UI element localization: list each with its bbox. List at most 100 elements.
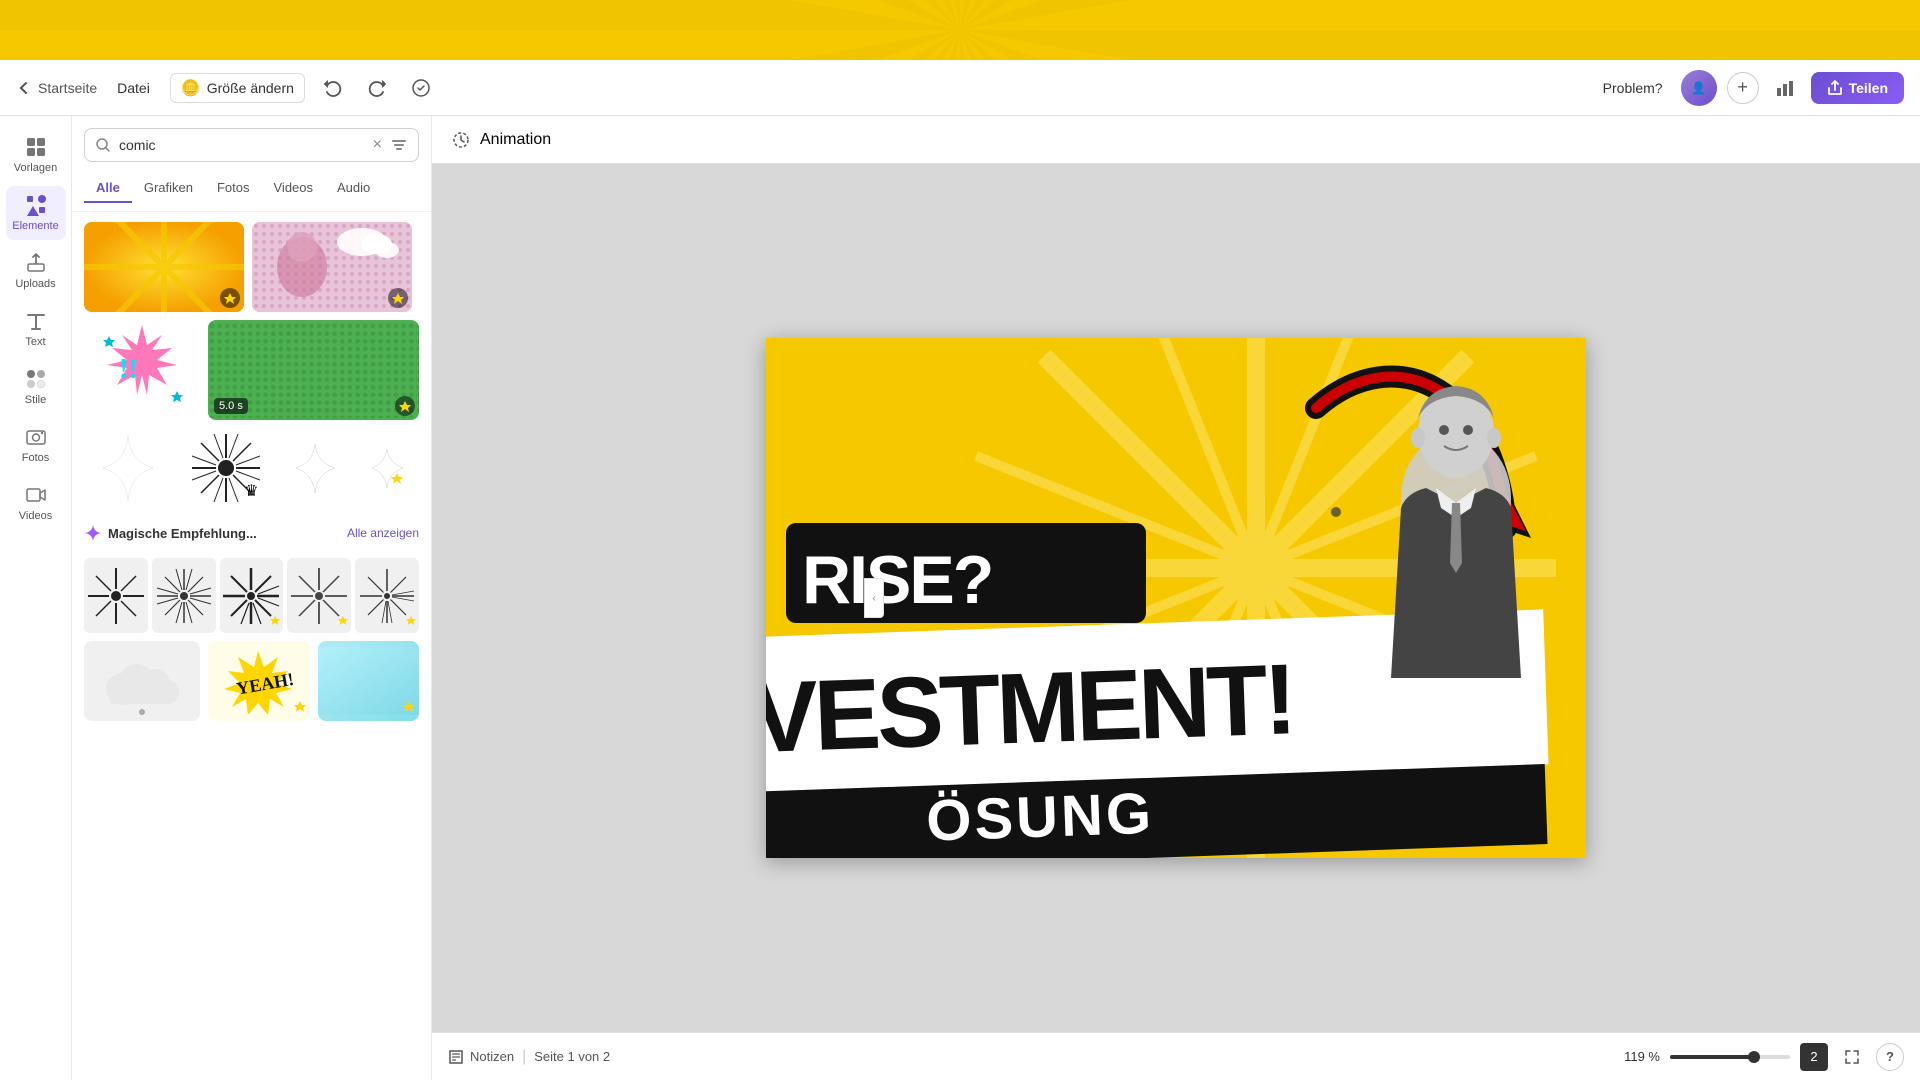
canvas-svg-content: RISE? VESTMENT! ÖSUNG (766, 338, 1586, 858)
page-number-box[interactable]: 2 (1800, 1043, 1828, 1071)
tab-audio[interactable]: Audio (325, 174, 382, 203)
burst-thumb-2[interactable] (152, 558, 216, 633)
premium-badge-2 (388, 288, 408, 308)
crown-icon-4 (391, 472, 403, 484)
search-panel: × Alle Grafiken Fotos Videos Audio (72, 116, 432, 1080)
share-button[interactable]: Teilen (1811, 72, 1904, 104)
svg-text:!!: !! (119, 354, 138, 385)
star-item-burst[interactable]: ♛ (190, 432, 262, 504)
undo-button[interactable] (317, 72, 349, 104)
animation-icon (452, 131, 470, 149)
results-row-1 (84, 222, 419, 312)
fotos-icon (25, 426, 47, 448)
grosse-button[interactable]: 🪙 Größe ändern (170, 73, 305, 103)
home-label: Startseite (38, 80, 97, 96)
star-item-1[interactable] (98, 431, 158, 506)
status-bar-right: 119 % 2 ? (1624, 1043, 1904, 1071)
magic-show-all[interactable]: Alle anzeigen (347, 526, 419, 540)
notes-button[interactable]: Notizen (448, 1049, 514, 1065)
crown-icon-b4 (338, 615, 348, 625)
star-item-3[interactable] (370, 446, 405, 491)
crown-icon-blue (403, 700, 415, 712)
sidebar-item-elemente[interactable]: Elemente (6, 186, 66, 240)
uploads-icon (25, 252, 47, 274)
save-button[interactable] (405, 72, 437, 104)
zoom-slider-thumb[interactable] (1748, 1051, 1760, 1063)
yeah-premium-badge (294, 699, 306, 717)
svg-text:RISE?: RISE? (802, 542, 992, 618)
4star-large-svg (98, 431, 158, 506)
toolbar: Startseite Datei 🪙 Größe ändern Proble (0, 60, 1920, 116)
stile-icon (25, 368, 47, 390)
sidebar-item-vorlagen[interactable]: Vorlagen (6, 128, 66, 182)
burst-thumb-5[interactable] (355, 558, 419, 633)
4star-medium-svg (293, 441, 338, 496)
stats-button[interactable] (1769, 72, 1801, 104)
notes-label: Notizen (470, 1049, 514, 1064)
save-icon (411, 78, 431, 98)
burst1-svg (86, 566, 146, 626)
comic-pop-thumbnail[interactable] (252, 222, 412, 312)
burst-thumbs-row (84, 558, 419, 633)
crown-icon-b5 (406, 615, 416, 625)
search-bar: × (84, 128, 419, 162)
stats-icon (1775, 78, 1795, 98)
premium-badge-3 (395, 396, 415, 416)
add-collaborator-button[interactable]: + (1727, 72, 1759, 104)
yeah-thumbnail[interactable]: YEAH! (208, 641, 310, 721)
page-info: Seite 1 von 2 (534, 1049, 610, 1064)
tab-fotos[interactable]: Fotos (205, 174, 262, 203)
burst-thumb-1[interactable] (84, 558, 148, 633)
search-input[interactable] (119, 137, 365, 153)
magic-label: Magische Empfehlung... (108, 526, 257, 541)
green-halftone-thumbnail[interactable]: 5.0 s (208, 320, 419, 420)
canvas-slide[interactable]: RISE? VESTMENT! ÖSUNG (766, 338, 1586, 858)
stile-label: Stile (25, 394, 46, 406)
zoom-slider[interactable] (1670, 1055, 1790, 1059)
results-row-2: !! 5.0 s (84, 320, 419, 420)
sidebar-item-text[interactable]: Text (6, 302, 66, 356)
home-button[interactable]: Startseite (16, 80, 97, 96)
redo-button[interactable] (361, 72, 393, 104)
status-bar: Notizen | Seite 1 von 2 119 % 2 ? (432, 1032, 1920, 1080)
problem-button[interactable]: Problem? (1595, 76, 1671, 100)
main-layout: Vorlagen Elemente Uploads Text (0, 116, 1920, 1080)
user-avatar: 👤 (1681, 70, 1717, 106)
expand-button[interactable] (1838, 1043, 1866, 1071)
sidebar-item-uploads[interactable]: Uploads (6, 244, 66, 298)
exclaim-thumbnail[interactable]: !! (84, 320, 200, 420)
vorlagen-icon (25, 136, 47, 158)
sidebar-item-fotos[interactable]: Fotos (6, 418, 66, 472)
animation-bar: Animation (432, 116, 1920, 164)
tab-videos[interactable]: Videos (262, 174, 326, 203)
filter-icon[interactable] (390, 136, 408, 154)
datei-button[interactable]: Datei (109, 76, 158, 100)
text-icon-svg (25, 310, 47, 332)
crown-icon (224, 292, 236, 304)
sidebar-item-stile[interactable]: Stile (6, 360, 66, 414)
videos-label: Videos (19, 510, 52, 522)
comic-burst-thumbnail[interactable] (84, 222, 244, 312)
help-button[interactable]: ? (1876, 1043, 1904, 1071)
search-clear-button[interactable]: × (373, 136, 382, 154)
sidebar-icons: Vorlagen Elemente Uploads Text (0, 116, 72, 1080)
avatar-button[interactable]: 👤 (1681, 70, 1717, 106)
elemente-icon (25, 194, 47, 216)
burst-thumb-4[interactable] (287, 558, 351, 633)
magic-recommendation-section: Magische Empfehlung... Alle anzeigen (84, 516, 419, 633)
sidebar-item-videos[interactable]: Videos (6, 476, 66, 530)
burst-premium-badge-5 (406, 612, 416, 630)
collapse-panel-button[interactable]: ‹ (864, 578, 884, 618)
canvas-wrapper[interactable]: RISE? VESTMENT! ÖSUNG (432, 164, 1920, 1032)
tab-alle[interactable]: Alle (84, 174, 132, 203)
yeah-svg: YEAH! (216, 649, 301, 714)
star-item-2[interactable] (293, 441, 338, 496)
magic-header: Magische Empfehlung... Alle anzeigen (84, 516, 419, 550)
tab-grafiken[interactable]: Grafiken (132, 174, 205, 203)
undo-icon (324, 79, 342, 97)
burst-thumb-3[interactable] (220, 558, 284, 633)
crown-icon-2 (392, 292, 404, 304)
blue-gradient-thumbnail[interactable] (318, 641, 420, 721)
cloud-thumbnail[interactable] (84, 641, 200, 721)
filter-tabs: Alle Grafiken Fotos Videos Audio (72, 174, 431, 212)
